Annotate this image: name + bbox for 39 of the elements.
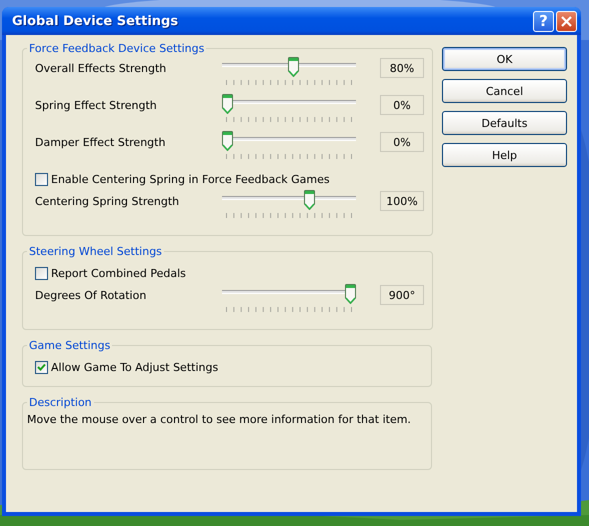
dialog-button[interactable]: Help (442, 143, 567, 167)
value-reading: 100% (380, 191, 424, 211)
slider-thumb[interactable] (345, 284, 356, 304)
checkbox[interactable] (35, 266, 48, 280)
help-button[interactable]: ? (533, 10, 554, 32)
checkbox-label: Report Combined Pedals (51, 266, 186, 280)
description-text: Move the mouse over a control to see more information for that item. (27, 413, 411, 426)
dialog-button[interactable]: Cancel (442, 79, 567, 103)
slider[interactable] (222, 57, 356, 87)
checkbox-label: Allow Game To Adjust Settings (51, 360, 218, 374)
value-reading: 80% (380, 58, 424, 78)
slider-label: Centering Spring Strength (35, 194, 180, 210)
slider-thumb[interactable] (222, 94, 233, 114)
close-button[interactable] (556, 10, 577, 32)
checkbox[interactable] (35, 172, 48, 186)
group-title: Description (28, 396, 93, 409)
slider[interactable] (222, 284, 356, 314)
slider-label: Overall Effects Strength (35, 61, 168, 77)
slider[interactable] (222, 131, 356, 161)
slider-thumb[interactable] (304, 190, 316, 210)
slider-thumb[interactable] (288, 57, 300, 77)
window-title: Global Device Settings (12, 14, 180, 28)
close-icon (561, 16, 572, 26)
checkbox[interactable] (35, 360, 48, 374)
value-reading: 0% (380, 132, 424, 152)
slider[interactable] (222, 190, 356, 220)
slider-label: Spring Effect Strength (35, 98, 158, 114)
slider-thumb[interactable] (222, 131, 233, 151)
checkbox-label: Enable Centering Spring in Force Feedback Games (51, 172, 330, 186)
value-reading: 900° (380, 285, 424, 305)
group-title: Force Feedback Device Settings (28, 42, 206, 55)
value-reading: 0% (380, 95, 424, 115)
dialog-button[interactable]: Defaults (442, 111, 567, 135)
slider[interactable] (222, 94, 356, 124)
group-title: Game Settings (28, 339, 112, 352)
dialog-button[interactable]: OK (442, 47, 567, 71)
group-title: Steering Wheel Settings (28, 245, 163, 258)
slider-label: Degrees Of Rotation (35, 288, 148, 304)
slider-label: Damper Effect Strength (35, 135, 166, 151)
